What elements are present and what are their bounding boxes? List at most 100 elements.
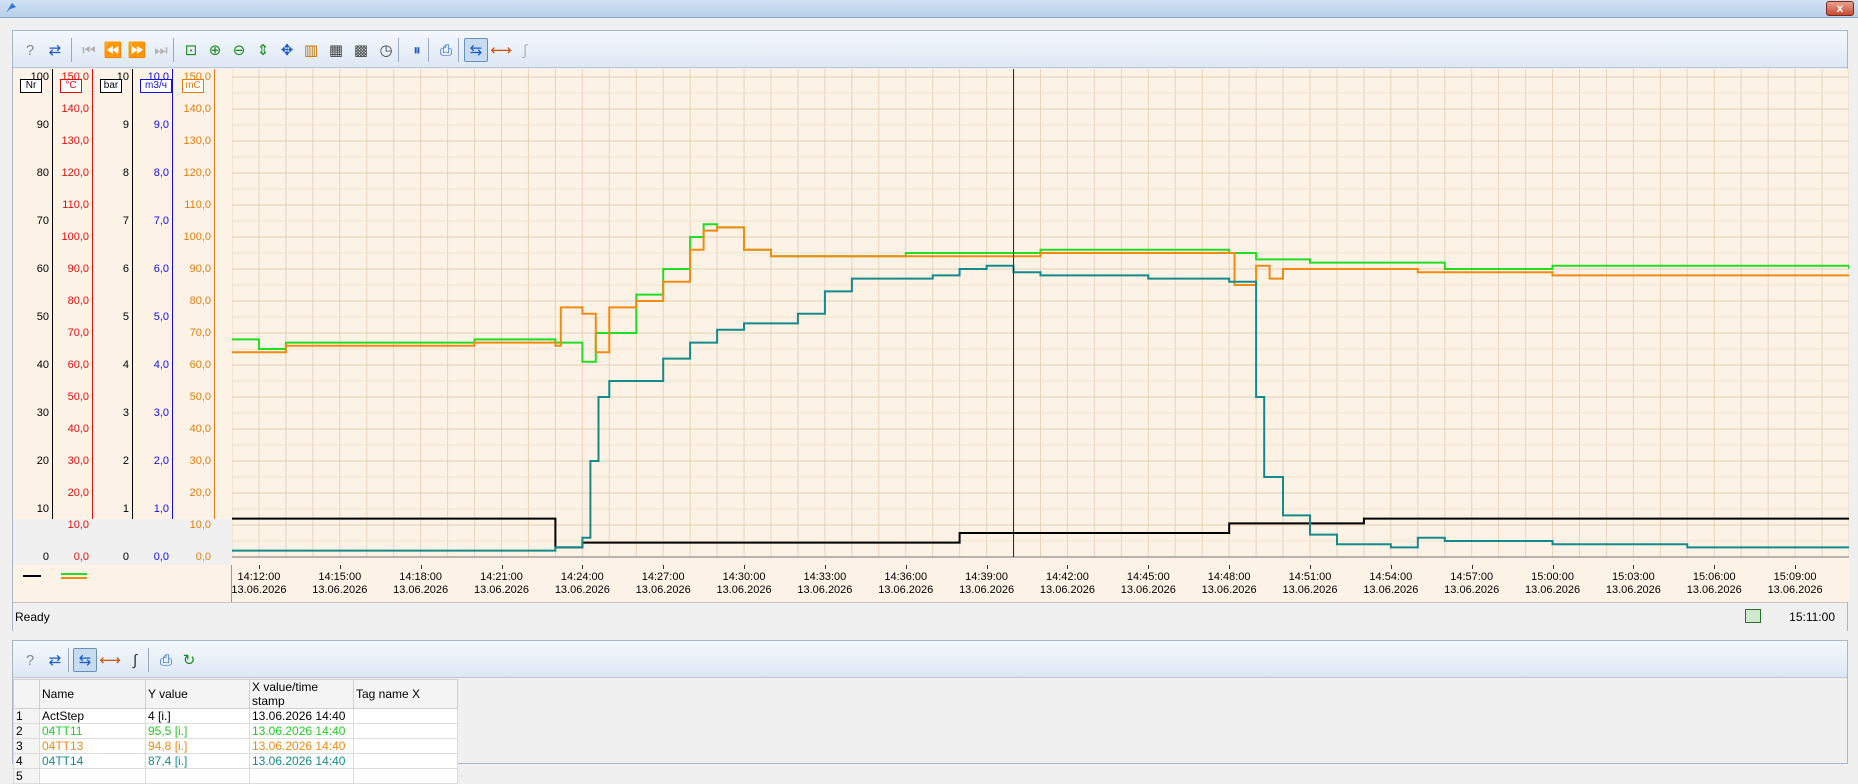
trend-panel: ? ⇄ ⏮ ⏪ ⏩ ⏭ ⊡ ⊕ ⊖ ⇕ ✥ ▥ ▦ ▩ ◷ ⏸ ⎙ ⇆ ⟷ ∫ Nr 100 90 80 70 60 50 40 30… (12, 30, 1849, 631)
export-button[interactable]: ⇄ (43, 38, 67, 62)
column-header[interactable]: Name (39, 679, 146, 709)
table-cell (353, 768, 458, 784)
y-tick-label: 40,0 (189, 423, 211, 435)
integral-icon: ∫ (132, 651, 138, 669)
y-tick-label: 30 (36, 407, 49, 419)
zoom-out-button[interactable]: ⊖ (227, 38, 251, 62)
x-tick (258, 565, 260, 569)
y-tick-label: 8 (122, 167, 129, 179)
y-tick-label: 20,0 (189, 487, 211, 499)
x-tick-label: 14:27:00 13.06.2026 (635, 571, 691, 596)
table-cell: 4 [i.] (145, 708, 250, 724)
print-button[interactable]: ⎙ (154, 648, 178, 672)
prev-button[interactable]: ⏪ (101, 38, 125, 62)
table-cell: 95,5 [i.] (145, 723, 250, 739)
x-tick (1390, 565, 1392, 569)
ruler-button[interactable]: ⇆ (73, 648, 97, 672)
x-tick-label: 14:39:00 13.06.2026 (959, 571, 1015, 596)
table-row[interactable]: 3 04TT13 94,8 [i.] 13.06.2026 14:40 (13, 738, 458, 754)
y-tick-label: 6,0 (153, 263, 169, 275)
x-tick (744, 565, 746, 569)
table-row[interactable]: 1 ActStep 4 [i.] 13.06.2026 14:40 (13, 708, 458, 724)
integral-button[interactable]: ∫ (513, 38, 537, 62)
prev-icon: ⏪ (103, 41, 123, 59)
legend-strip (13, 565, 232, 602)
ruler-toolbar: ? ⇄ ⇆ ⟷ ∫ ⎙ ↻ (13, 641, 1847, 678)
status-time: 15:11:00 (1789, 610, 1835, 624)
legend-green-line (61, 573, 87, 575)
x-tick (905, 565, 907, 569)
select-range-button[interactable]: ⟷ (489, 38, 513, 62)
y-tick-label: 0,0 (195, 551, 211, 563)
pause-button[interactable]: ⏸ (405, 38, 429, 62)
app-logo-icon (6, 3, 16, 13)
first-button[interactable]: ⏮ (77, 38, 101, 62)
x-tick-label: 14:45:00 13.06.2026 (1120, 571, 1176, 596)
table-cell: 04TT13 (39, 738, 146, 754)
toolbar-separator (398, 38, 399, 62)
zoom-out-icon: ⊖ (232, 41, 246, 59)
zoom-y-button[interactable]: ⇕ (251, 38, 275, 62)
x-tick-label: 15:00:00 13.06.2026 (1525, 571, 1581, 596)
help-button[interactable]: ? (18, 38, 42, 62)
y-tick-label: 110,0 (184, 199, 211, 211)
refresh-icon: ↻ (182, 651, 196, 669)
y-tick-label: 140,0 (183, 103, 211, 115)
clock-button[interactable]: ◷ (374, 38, 398, 62)
y-tick-label: 5 (122, 311, 129, 323)
pan-icon: ✥ (280, 41, 294, 59)
column-header[interactable]: X value/time stamp (249, 679, 354, 709)
help-icon: ? (25, 41, 35, 59)
y-tick-label: 1 (122, 503, 129, 515)
y-tick-label: 110,0 (62, 199, 89, 211)
grid-button[interactable]: ▦ (324, 38, 348, 62)
zoom-area-button[interactable]: ⊡ (179, 38, 203, 62)
legend-orange-line (61, 577, 87, 579)
toolbar-separator (68, 648, 69, 672)
y-tick-label: 100 (30, 71, 49, 83)
last-button[interactable]: ⏭ (149, 38, 173, 62)
y-tick-label: 4,0 (153, 359, 169, 371)
y-tick-label: 10 (36, 503, 49, 515)
export-button[interactable]: ⇄ (43, 648, 67, 672)
y-tick-label: 9,0 (153, 119, 169, 131)
grid-time-button[interactable]: ▩ (349, 38, 373, 62)
y-tick-label: 60,0 (189, 359, 211, 371)
help-button[interactable]: ? (18, 648, 42, 672)
table-row[interactable]: 4 04TT14 87,4 [i.] 13.06.2026 14:40 (13, 753, 458, 769)
ruler-button[interactable]: ⇆ (464, 38, 488, 62)
next-button[interactable]: ⏩ (125, 38, 149, 62)
trend-plot[interactable] (232, 69, 1849, 565)
scale-button[interactable]: ▥ (299, 38, 323, 62)
connection-icon (1745, 609, 1761, 623)
y-tick-label: 10 (116, 71, 129, 83)
y-tick-label: 3,0 (153, 407, 169, 419)
refresh-button[interactable]: ↻ (177, 648, 201, 672)
select-range-button[interactable]: ⟷ (98, 648, 122, 672)
last-icon: ⏭ (154, 41, 168, 59)
x-tick-label: 14:57:00 13.06.2026 (1444, 571, 1500, 596)
x-tick (663, 565, 665, 569)
column-header[interactable]: Y value (145, 679, 250, 709)
close-window-button[interactable]: x (1826, 1, 1854, 16)
y-tick-label: 20,0 (67, 487, 89, 499)
x-tick-label: 14:36:00 13.06.2026 (878, 571, 934, 596)
x-tick (1229, 565, 1231, 569)
pan-button[interactable]: ✥ (275, 38, 299, 62)
row-number: 1 (13, 708, 40, 724)
print-icon: ⎙ (439, 41, 452, 59)
grid-time-icon: ▩ (353, 41, 369, 59)
pause-icon: ⏸ (413, 41, 421, 59)
y-tick-label: 5,0 (153, 311, 169, 323)
zoom-in-button[interactable]: ⊕ (203, 38, 227, 62)
table-row[interactable]: 2 04TT11 95,5 [i.] 13.06.2026 14:40 (13, 723, 458, 739)
y-tick-label: 10,0 (67, 519, 89, 531)
y-tick-label: 0,0 (153, 551, 169, 563)
table-row[interactable]: 5 (13, 768, 458, 784)
column-header[interactable]: Tag name X (353, 679, 458, 709)
integral-button[interactable]: ∫ (123, 648, 147, 672)
print-button[interactable]: ⎙ (434, 38, 458, 62)
x-tick (1714, 565, 1716, 569)
table-cell (353, 753, 458, 769)
y-tick-label: 1,0 (153, 503, 169, 515)
